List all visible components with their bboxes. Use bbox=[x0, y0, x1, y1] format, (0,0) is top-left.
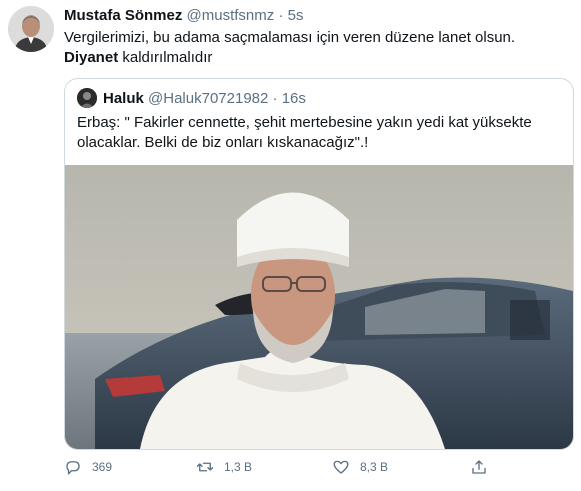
avatar[interactable] bbox=[8, 6, 54, 52]
tweet[interactable]: Mustafa Sönmez @mustfsnmz · 5s Vergileri… bbox=[0, 0, 581, 491]
tweet-text: Vergilerimizi, bu adama saçmalaması için… bbox=[64, 28, 569, 68]
tweet-text-main: Vergilerimizi, bu adama saçmalaması için… bbox=[64, 29, 516, 46]
reply-count: 369 bbox=[92, 460, 113, 474]
tweet-text-bold: Diyanet bbox=[64, 49, 119, 66]
separator-dot: · bbox=[278, 7, 284, 24]
author-name[interactable]: Mustafa Sönmez bbox=[64, 7, 182, 24]
quoted-tweet-photo[interactable] bbox=[65, 165, 573, 449]
tweet-header: Mustafa Sönmez @mustfsnmz · 5s bbox=[64, 7, 303, 24]
retweet-button[interactable]: 1,3 B bbox=[196, 458, 252, 476]
reply-button[interactable]: 369 bbox=[64, 458, 112, 476]
share-icon bbox=[472, 460, 486, 474]
tweet-text-tail: kaldırılmalıdır bbox=[118, 49, 213, 66]
quoted-tweet-text: Erbaş: " Fakirler cennette, şehit merteb… bbox=[77, 114, 532, 151]
separator-dot: · bbox=[272, 89, 278, 107]
heart-icon bbox=[333, 460, 349, 474]
quoted-author-handle[interactable]: @Haluk70721982 bbox=[148, 90, 268, 107]
quoted-tweet-header: Haluk @Haluk70721982 · 16s bbox=[77, 88, 306, 108]
tweet-time[interactable]: 5s bbox=[288, 7, 304, 24]
like-button[interactable]: 8,3 B bbox=[332, 458, 388, 476]
quoted-avatar[interactable] bbox=[77, 88, 97, 108]
quoted-tweet-time[interactable]: 16s bbox=[282, 90, 306, 107]
quoted-tweet[interactable]: Haluk @Haluk70721982 · 16s Erbaş: " Faki… bbox=[64, 78, 574, 450]
retweet-icon bbox=[196, 462, 214, 472]
share-button[interactable] bbox=[470, 458, 498, 476]
author-handle[interactable]: @mustfsnmz bbox=[187, 7, 275, 24]
quoted-author-name[interactable]: Haluk bbox=[103, 90, 144, 107]
like-count: 8,3 B bbox=[360, 460, 389, 474]
reply-icon bbox=[66, 461, 80, 475]
retweet-count: 1,3 B bbox=[224, 460, 253, 474]
tweet-actions: 369 1,3 B 8,3 B bbox=[64, 458, 572, 482]
